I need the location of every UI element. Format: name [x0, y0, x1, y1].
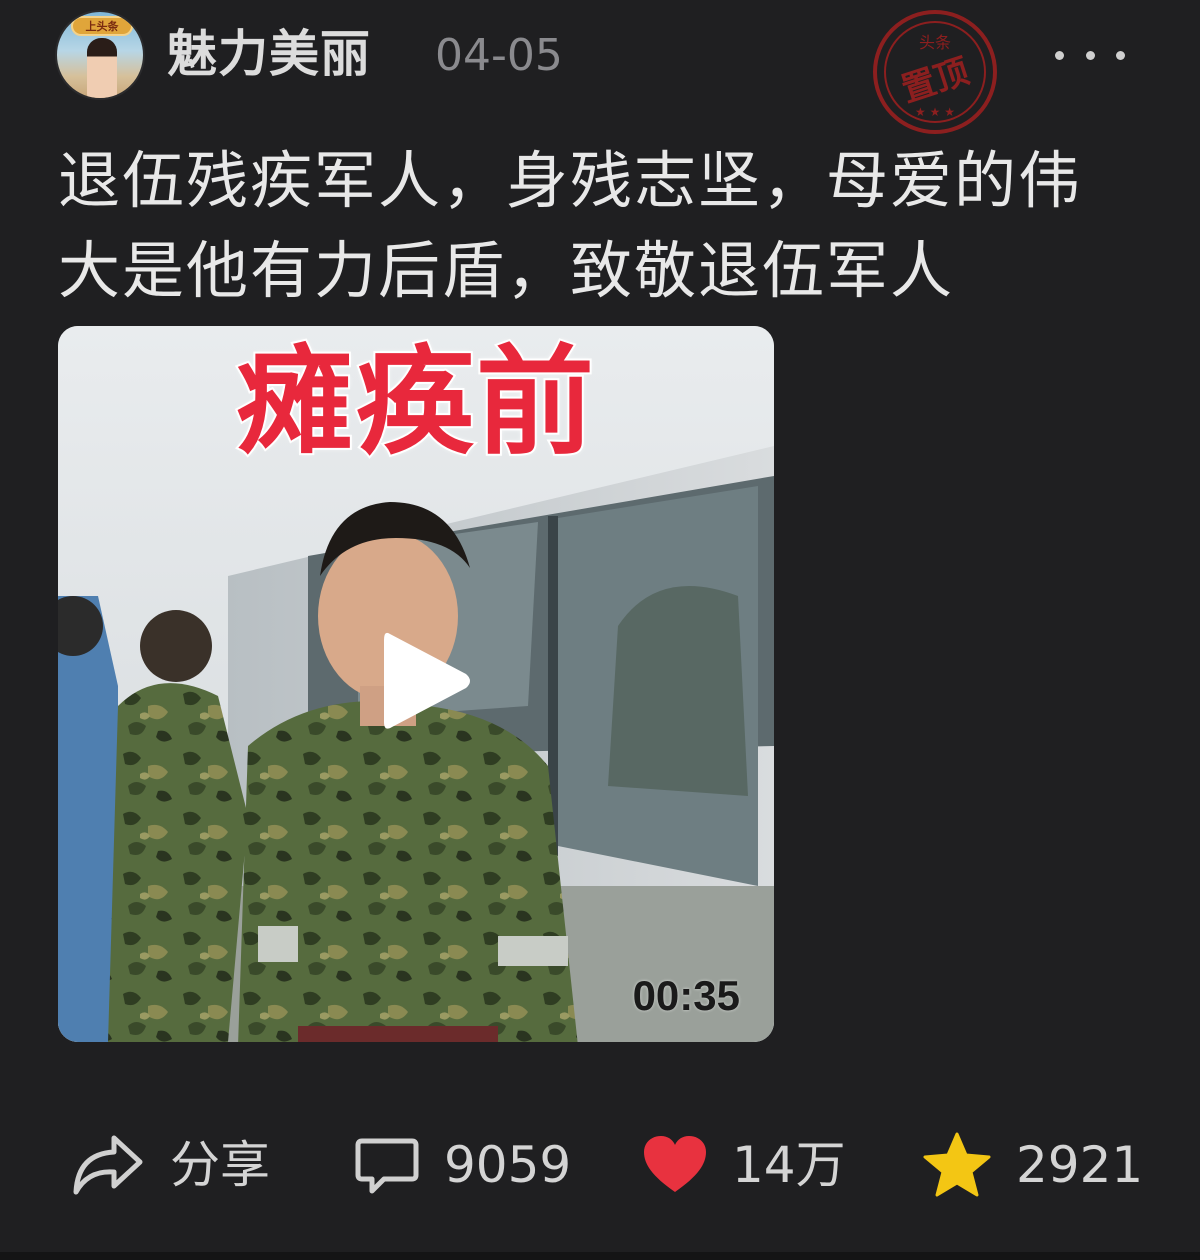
pinned-stamp-icon: 头条 置顶 ★ ★ ★ — [873, 10, 997, 134]
post-text[interactable]: 退伍残疾军人，身残志坚，母爱的伟大是他有力后盾，致敬退伍军人 — [58, 136, 1118, 316]
post-date: 04-05 — [435, 30, 563, 81]
share-arrow-icon — [73, 1135, 143, 1195]
comment-button[interactable]: 9059 — [354, 1120, 571, 1210]
like-button[interactable]: 14万 — [642, 1120, 846, 1210]
heart-icon — [644, 1136, 706, 1192]
comment-count: 9059 — [444, 1136, 572, 1194]
video-duration: 00:35 — [632, 972, 740, 1019]
avatar[interactable]: 上头条 — [55, 10, 145, 100]
comment-bubble-icon — [355, 1138, 419, 1194]
pin-stamp-main-text: 置顶 — [897, 51, 974, 110]
action-bar: 分享 9059 14万 2921 — [70, 1120, 1160, 1210]
favorite-count: 2921 — [1016, 1136, 1144, 1194]
video-thumbnail[interactable]: 瘫痪前 00:35 — [58, 326, 774, 1042]
share-label: 分享 — [170, 1136, 270, 1194]
play-icon[interactable] — [376, 626, 476, 736]
username[interactable]: 魅力美丽 — [167, 22, 371, 86]
bottom-divider — [0, 1252, 1200, 1260]
favorite-button[interactable]: 2921 — [922, 1120, 1143, 1210]
svg-text:★ ★ ★: ★ ★ ★ — [915, 105, 955, 119]
avatar-photo — [87, 38, 117, 98]
pin-stamp-top-text: 头条 — [919, 33, 951, 52]
video-overlay-title: 瘫痪前 — [234, 331, 596, 473]
share-button[interactable]: 分享 — [70, 1120, 270, 1210]
like-count: 14万 — [732, 1136, 846, 1194]
post-header: 上头条 魅力美丽 04-05 头条 置顶 ★ ★ ★ — [55, 10, 1145, 134]
avatar-badge: 上头条 — [71, 16, 133, 36]
more-dots-icon[interactable] — [1055, 40, 1125, 70]
star-icon — [923, 1132, 991, 1197]
